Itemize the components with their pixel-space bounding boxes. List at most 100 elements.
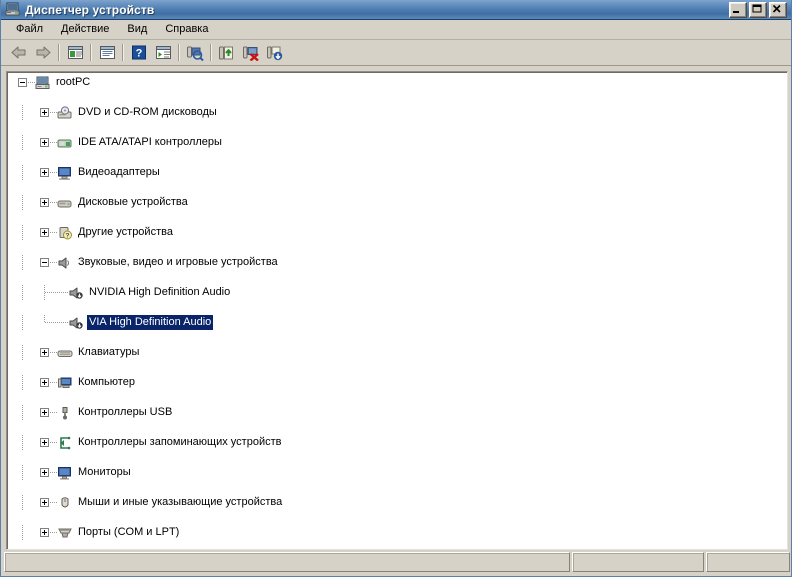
maximize-button[interactable] [749,1,767,18]
tree-node-label[interactable]: Клавиатуры [76,345,141,360]
usb-controller-icon [57,406,73,420]
tree-node-label[interactable]: Мыши и иные указывающие устройства [76,495,284,510]
tree-connector-line [22,195,23,210]
tree-expand-plus-icon[interactable] [40,228,49,237]
tree-node[interactable]: Клавиатуры [7,345,787,360]
tree-node[interactable]: Контроллеры запоминающих устройств [7,435,787,450]
tree-node-label[interactable]: Дисковые устройства [76,195,190,210]
tree-node[interactable]: DVD и CD-ROM дисководы [7,105,787,120]
tree-expand-plus-icon[interactable] [40,408,49,417]
minimize-button[interactable] [729,1,747,18]
tree-node[interactable]: rootPC [7,75,787,90]
properties-button[interactable] [95,42,119,64]
tree-node[interactable]: IDE ATA/ATAPI контроллеры [7,135,787,150]
unknown-device-icon: ? [57,226,73,240]
device-tree: rootPC DVD и CD-ROM дисководы IDE ATA/ATAP… [7,75,787,540]
tree-connector-line [22,255,23,270]
separator-2 [90,44,92,61]
tree-connector-line [50,502,57,503]
status-bar [4,552,790,572]
tree-expand-plus-icon[interactable] [40,348,49,357]
tree-node[interactable]: Мыши и иные указывающие устройства [7,495,787,510]
disable-device-button[interactable] [263,42,287,64]
disk-drive-icon [57,196,73,210]
tree-node[interactable]: ? Другие устройства [7,225,787,240]
menu-action[interactable]: Действие [52,21,118,38]
uninstall-device-button[interactable] [239,42,263,64]
tree-node-label[interactable]: Мониторы [76,465,133,480]
tree-expand-plus-icon[interactable] [40,138,49,147]
tree-node-label[interactable]: VIA High Definition Audio [87,315,214,330]
tree-node-label[interactable]: Порты (COM и LPT) [76,525,181,540]
tree-expand-plus-icon[interactable] [40,468,49,477]
tree-node[interactable]: Порты (COM и LPT) [7,525,787,540]
tree-expand-plus-icon[interactable] [40,438,49,447]
scan-for-hardware-changes-button[interactable] [183,42,207,64]
tree-node[interactable]: Контроллеры USB [7,405,787,420]
tree-node-label[interactable]: NVIDIA High Definition Audio [87,285,232,300]
tree-connector-line [50,352,57,353]
back-button[interactable] [7,42,31,64]
tree-expand-plus-icon[interactable] [40,168,49,177]
tree-expand-plus-icon[interactable] [40,528,49,537]
tree-connector-line [22,375,23,390]
help-button[interactable]: ? [127,42,151,64]
menu-help[interactable]: Справка [156,21,217,38]
forward-button[interactable] [31,42,55,64]
audio-device-icon [68,316,84,330]
tree-connector-line [28,82,35,83]
svg-text:?: ? [66,232,70,239]
device-tree-panel[interactable]: rootPC DVD и CD-ROM дисководы IDE ATA/ATAP… [6,71,788,550]
tree-collapse-minus-icon[interactable] [18,78,27,87]
tree-node[interactable]: Дисковые устройства [7,195,787,210]
tree-node-label[interactable]: Компьютер [76,375,137,390]
port-icon [57,526,73,540]
tree-node[interactable]: Видеоадаптеры [7,165,787,180]
tree-node[interactable]: Мониторы [7,465,787,480]
tree-node-label[interactable]: Видеоадаптеры [76,165,162,180]
show-hide-console-tree-button[interactable] [63,42,87,64]
device-manager-icon [5,2,21,17]
update-driver-button[interactable] [215,42,239,64]
tree-node-label[interactable]: Контроллеры USB [76,405,174,420]
audio-device-icon [68,286,84,300]
close-button[interactable] [769,1,787,18]
display-adapter-icon [57,166,73,180]
tree-node-label[interactable]: rootPC [54,75,92,90]
tree-connector-line [50,262,57,263]
title-bar[interactable]: Диспетчер устройств [1,0,791,20]
tree-node-label[interactable]: Контроллеры запоминающих устройств [76,435,283,450]
tree-connector-line [22,435,23,450]
status-pane-main [4,552,570,572]
tree-node-label[interactable]: IDE ATA/ATAPI контроллеры [76,135,224,150]
tree-connector-line [50,472,57,473]
show-hide-action-pane-button[interactable] [151,42,175,64]
menu-view[interactable]: Вид [118,21,156,38]
tree-connector-line [22,105,23,120]
tree-node[interactable]: Звуковые, видео и игровые устройства [7,255,787,270]
tree-node-label[interactable]: DVD и CD-ROM дисководы [76,105,219,120]
separator-3 [122,44,124,61]
tree-connector-line [50,382,57,383]
mouse-icon [57,496,73,510]
tree-connector-line [50,532,57,533]
computer-node-icon [57,376,73,390]
tree-expand-plus-icon[interactable] [40,108,49,117]
tree-connector-line [22,405,23,420]
tree-connector-line [50,412,57,413]
monitor-icon [57,466,73,480]
tree-node[interactable]: Компьютер [7,375,787,390]
tree-node[interactable]: VIA High Definition Audio [7,315,787,330]
tree-connector-line [50,112,57,113]
tree-connector-line [22,465,23,480]
tree-expand-plus-icon[interactable] [40,498,49,507]
tree-expand-plus-icon[interactable] [40,198,49,207]
tree-expand-plus-icon[interactable] [40,378,49,387]
menu-file[interactable]: Файл [7,21,52,38]
tree-node[interactable]: NVIDIA High Definition Audio [7,285,787,300]
tree-collapse-minus-icon[interactable] [40,258,49,267]
storage-controller-icon [57,436,73,450]
tree-connector-line [45,292,68,293]
tree-node-label[interactable]: Другие устройства [76,225,175,240]
tree-node-label[interactable]: Звуковые, видео и игровые устройства [76,255,280,270]
